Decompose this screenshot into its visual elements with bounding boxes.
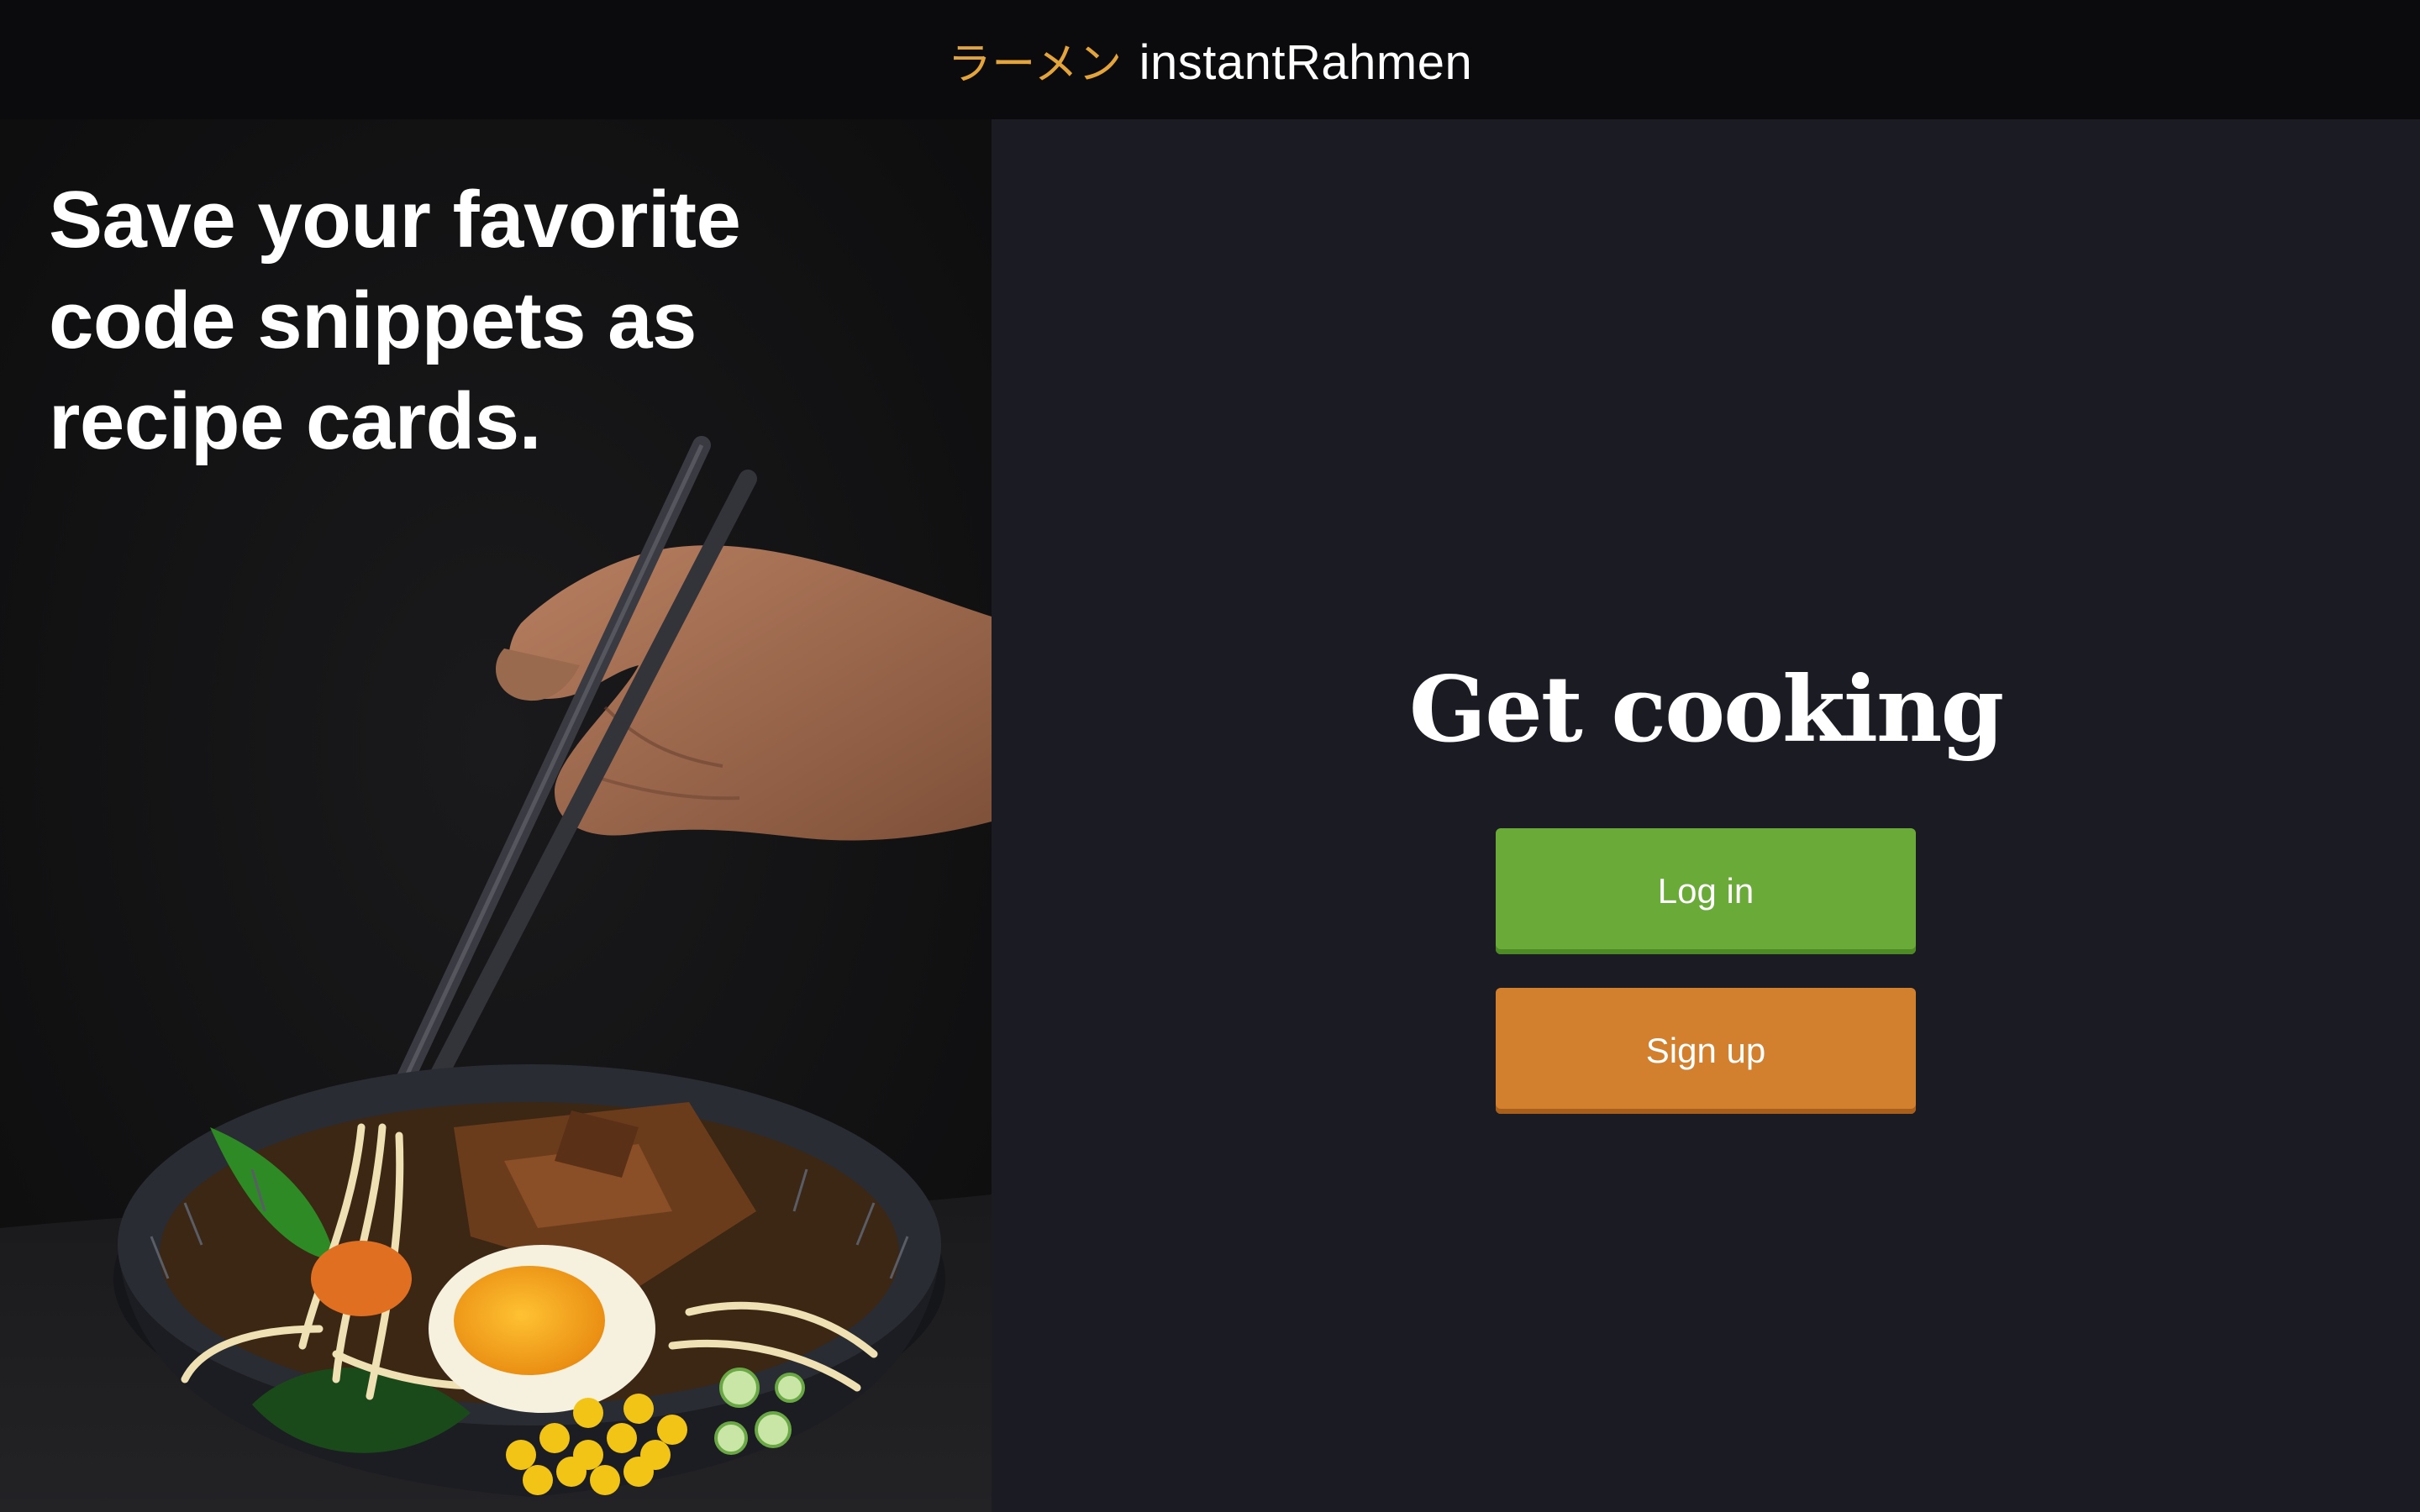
top-bar: ラーメン instantRahmen <box>0 0 2420 119</box>
brand-logo[interactable]: ラーメン instantRahmen <box>948 29 1473 92</box>
signup-button[interactable]: Sign up <box>1496 988 1916 1114</box>
login-button[interactable]: Log in <box>1496 828 1916 954</box>
hero-headline: Save your favorite code snippets as reci… <box>49 175 741 466</box>
auth-panel: Get cooking Log in Sign up <box>992 119 2420 1512</box>
auth-title: Get cooking <box>1408 657 2004 763</box>
brand-name: instantRahmen <box>1139 34 1473 90</box>
brand-kana: ラーメン <box>947 39 1123 90</box>
hero-section: Save your favorite code snippets as reci… <box>0 119 992 1512</box>
